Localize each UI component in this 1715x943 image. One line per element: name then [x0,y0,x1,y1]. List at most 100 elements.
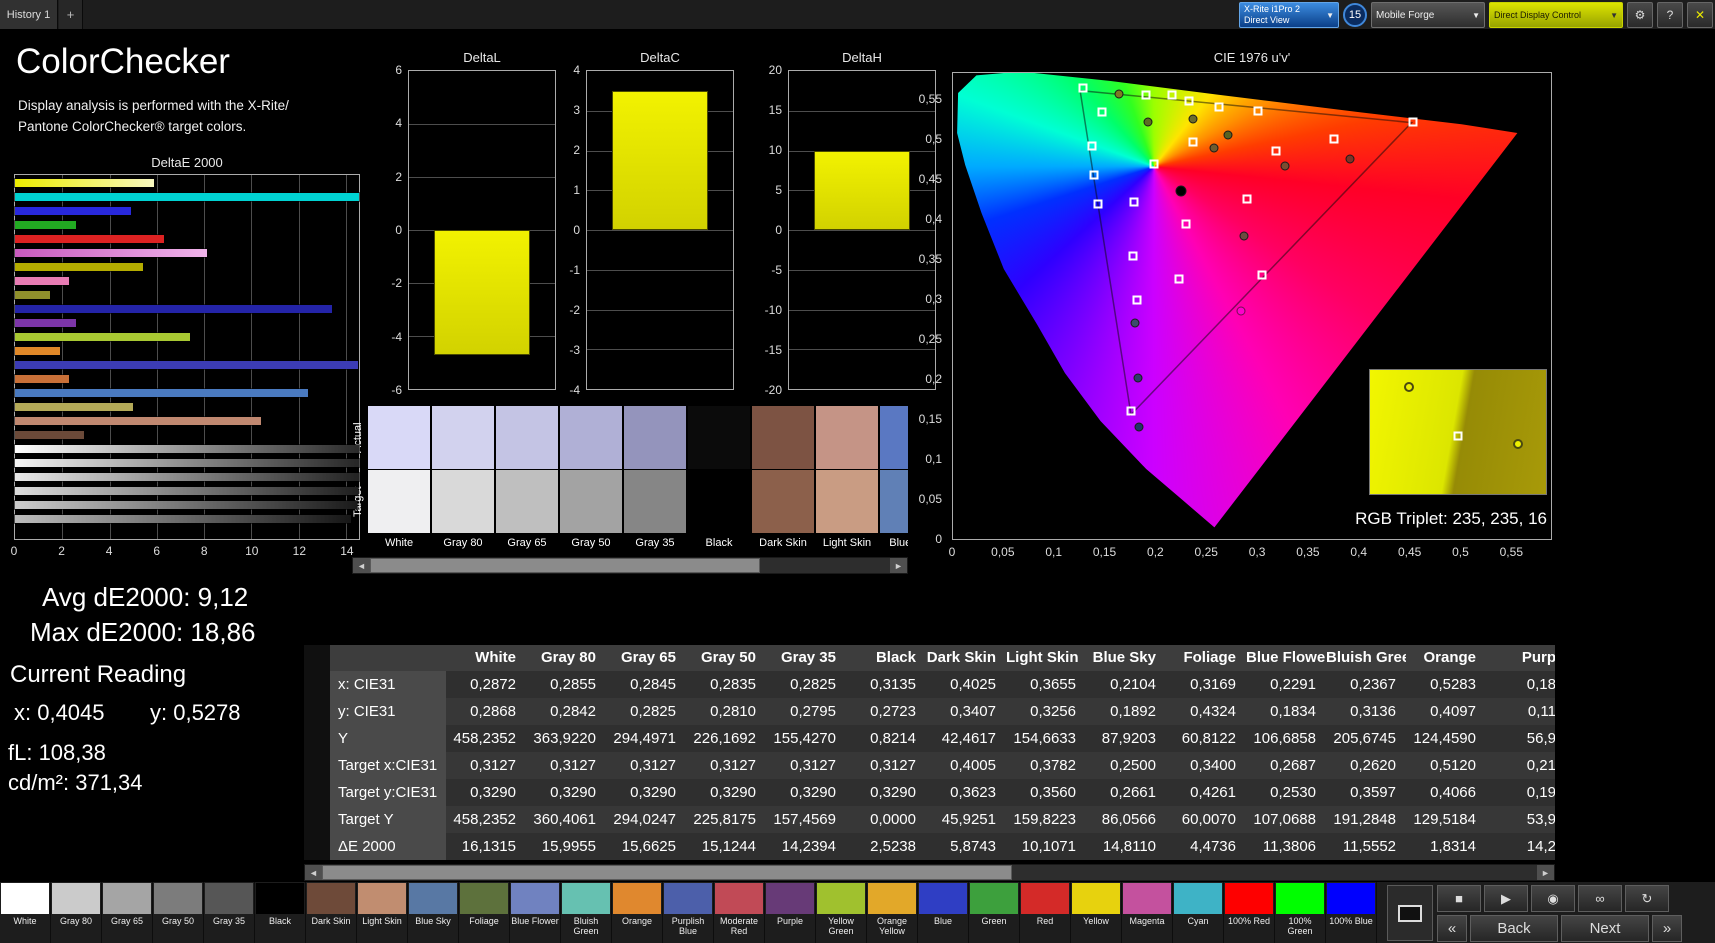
current-reading-title: Current Reading [10,661,187,688]
patch-button-bluish-green[interactable]: Bluish Green [561,882,612,943]
refresh-button[interactable]: ↻ [1625,885,1669,912]
table-cell: 0,4097 [1406,698,1486,725]
patch-label: Blue Flower [511,916,559,926]
help-button[interactable]: ? [1657,2,1683,28]
back-arrow-button[interactable]: « [1437,915,1467,942]
patch-button-100-green[interactable]: 100% Green [1275,882,1326,943]
table-cell: 0,3135 [846,671,926,698]
table-cell: 87,9203 [1086,725,1166,752]
table-cell: 0,2825 [606,698,686,725]
scroll-right-arrow-icon[interactable]: ► [890,558,907,573]
axis-tick-label: 10 [245,544,259,558]
patch-button-blue-sky[interactable]: Blue Sky [408,882,459,943]
swatch-strip-scrollbar[interactable]: ◄ ► [352,557,908,574]
patch-label: Moderate Red [719,916,759,937]
swatch-column: Gray 80 [432,406,496,556]
axis-tick-label: 8 [200,544,208,558]
table-cell: 0,3290 [446,779,526,806]
table-cell: 0,3127 [766,752,846,779]
patch-swatch [103,883,151,914]
scrollbar-thumb[interactable] [322,865,1012,880]
axis-tick-label: 0,3 [1248,545,1266,559]
patch-button-yellow[interactable]: Yellow [1071,882,1122,943]
deltae2000-chart-title: DeltaE 2000 [151,155,223,170]
target-swatch [752,470,814,533]
patch-label: Black [268,916,291,926]
patch-button-red[interactable]: Red [1020,882,1071,943]
patch-button-foliage[interactable]: Foliage [459,882,510,943]
scroll-left-arrow-icon[interactable]: ◄ [305,865,322,880]
row-label: ΔE 2000 [330,833,446,860]
patch-swatch [1225,883,1273,914]
meter-dropdown[interactable]: X-Rite i1Pro 2 Direct View ▼ [1239,2,1339,28]
axis-tick-label: -2 [569,303,580,317]
patch-button-magenta[interactable]: Magenta [1122,882,1173,943]
patch-button-100-blue[interactable]: 100% Blue [1326,882,1377,943]
display-control-dropdown[interactable]: Direct Display Control ▼ [1489,2,1623,28]
table-cell: 0,3290 [606,779,686,806]
patch-button-green[interactable]: Green [969,882,1020,943]
record-button[interactable]: ◉ [1531,885,1575,912]
new-tab-button[interactable]: + [59,0,83,29]
next-button[interactable]: Next [1561,915,1649,942]
patch-button-moderate-red[interactable]: Moderate Red [714,882,765,943]
sample-dot [1512,439,1523,450]
swatch-label: Gray 35 [635,537,675,549]
patch-button-blue[interactable]: Blue [918,882,969,943]
patch-button-yellow-green[interactable]: Yellow Green [816,882,867,943]
settings-button[interactable]: ⚙ [1627,2,1653,28]
patch-button-gray-35[interactable]: Gray 35 [204,882,255,943]
patch-button-100-red[interactable]: 100% Red [1224,882,1275,943]
patch-button-purplish-blue[interactable]: Purplish Blue [663,882,714,943]
patch-button-dark-skin[interactable]: Dark Skin [306,882,357,943]
current-reading-marker [1236,306,1246,316]
patch-button-gray-65[interactable]: Gray 65 [102,882,153,943]
delta-e-bar [15,193,359,201]
patch-button-orange-yellow[interactable]: Orange Yellow [867,882,918,943]
measured-marker [1209,143,1219,153]
column-header: Gray 50 [686,645,766,671]
play-button[interactable]: ▶ [1484,885,1528,912]
swatch-column: White [368,406,432,556]
patch-button-white[interactable]: White [0,882,51,943]
patch-button-cyan[interactable]: Cyan [1173,882,1224,943]
patch-swatch [307,883,355,914]
grid-line [587,349,733,351]
current-fl-reading: fL: 108,38 [8,740,106,765]
table-cell: 0,3290 [846,779,926,806]
table-cell: 60,8122 [1166,725,1246,752]
patch-button-black[interactable]: Black [255,882,306,943]
back-button[interactable]: Back [1470,915,1558,942]
transport-controls: ■ ▶ ◉ ∞ ↻ « Back Next » [1385,882,1715,943]
delta-l-title: DeltaL [463,50,501,65]
patch-button-gray-50[interactable]: Gray 50 [153,882,204,943]
table-scrollbar[interactable]: ◄ ► [304,864,1555,881]
row-label: Y [330,725,446,752]
swatch-column: Gray 35 [624,406,688,556]
patch-button-orange[interactable]: Orange [612,882,663,943]
patch-button-blue-flower[interactable]: Blue Flower [510,882,561,943]
table-cell: 0,0000 [846,806,926,833]
pattern-source-dropdown[interactable]: Mobile Forge ▼ [1371,2,1485,28]
axis-tick-label: 2 [58,544,65,558]
next-arrow-button[interactable]: » [1652,915,1682,942]
table-cell: 0,2661 [1086,779,1166,806]
scroll-left-arrow-icon[interactable]: ◄ [353,558,370,573]
axis-tick-label: 4 [395,116,402,131]
axis-tick-label: 0 [948,545,956,559]
table-cell: 0,2367 [1326,671,1406,698]
patch-button-purple[interactable]: Purple [765,882,816,943]
scrollbar-thumb[interactable] [370,558,760,573]
table-cell: 0,4066 [1406,779,1486,806]
scroll-right-arrow-icon[interactable]: ► [1537,865,1554,880]
stop-button[interactable]: ■ [1437,885,1481,912]
loop-button[interactable]: ∞ [1578,885,1622,912]
table-cell: 0,2530 [1246,779,1326,806]
patch-button-light-skin[interactable]: Light Skin [357,882,408,943]
playback-row: ■ ▶ ◉ ∞ ↻ [1437,885,1669,912]
tab-history-1[interactable]: History 1 [0,0,58,29]
patch-button-gray-80[interactable]: Gray 80 [51,882,102,943]
close-button[interactable]: ✕ [1687,2,1713,28]
patch-swatch [664,883,712,914]
pattern-window-button[interactable] [1387,885,1433,941]
